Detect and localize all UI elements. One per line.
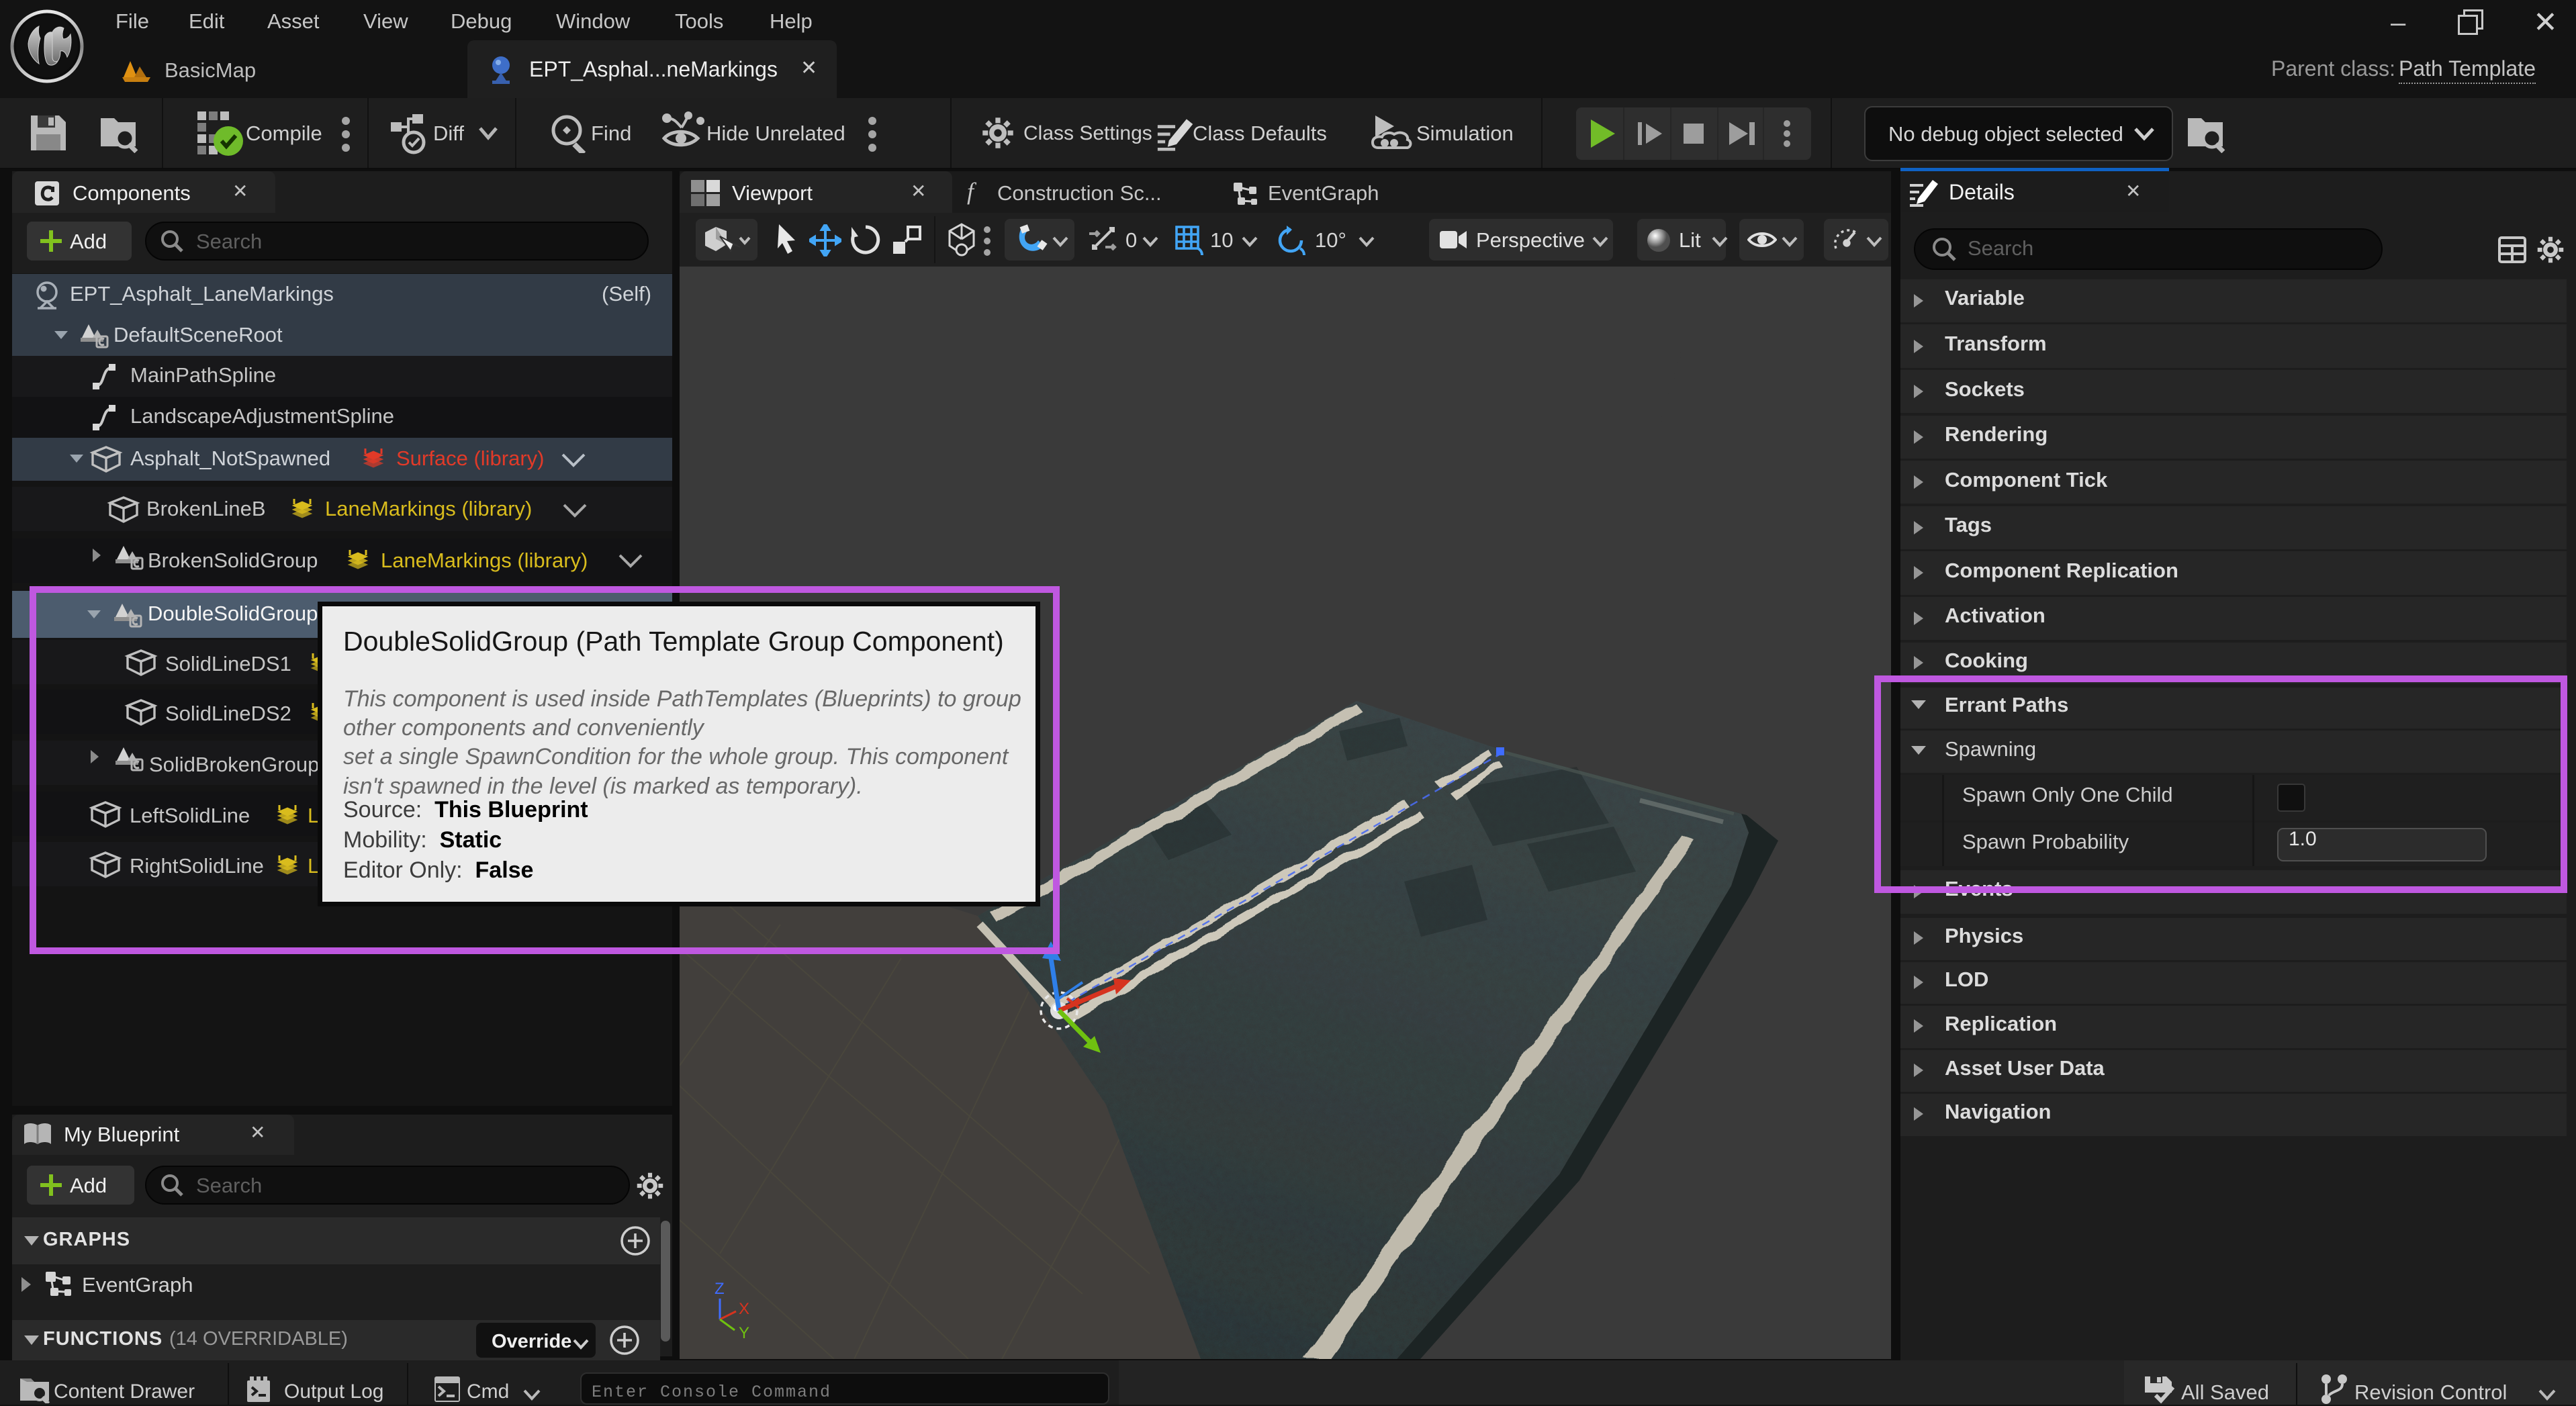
svg-text:X: X xyxy=(739,1300,749,1318)
svg-text:Y: Y xyxy=(739,1324,749,1342)
svg-text:Z: Z xyxy=(715,1280,725,1298)
